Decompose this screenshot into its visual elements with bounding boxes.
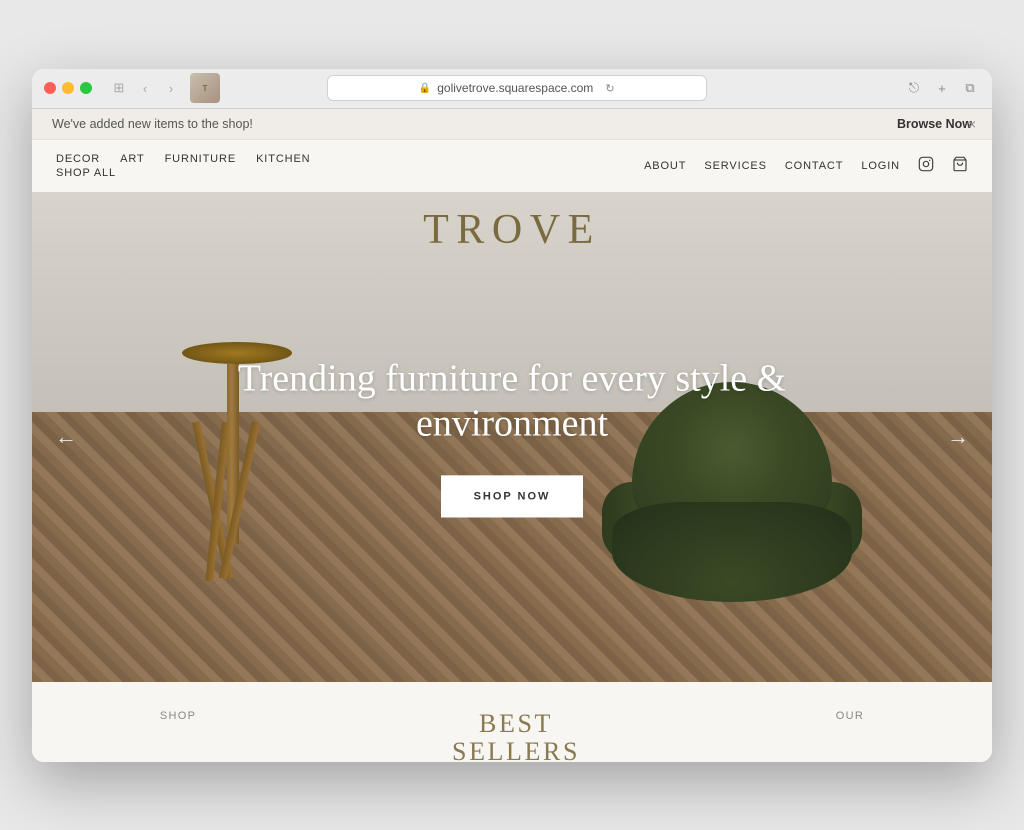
close-traffic-light[interactable]: [44, 82, 56, 94]
share-icon[interactable]: ⎋: [904, 78, 924, 98]
lock-icon: 🔒: [419, 83, 431, 94]
title-bar-actions: ⎋ + ⧉: [904, 78, 980, 98]
nav-item-services[interactable]: SERVICES: [704, 160, 766, 172]
title-bar: ⊞ ‹ › T 🔒 golivetrove.squarespace.com ↻ …: [32, 69, 992, 109]
nav-item-shop-all[interactable]: SHOP ALL: [56, 167, 116, 179]
address-bar[interactable]: 🔒 golivetrove.squarespace.com ↻: [327, 75, 707, 101]
carousel-prev-button[interactable]: ←: [48, 419, 84, 455]
nav-buttons: ⊞ ‹ ›: [108, 77, 182, 99]
nav-left: DECOR ART FURNITURE KITCHEN SHOP ALL: [56, 153, 311, 179]
cart-icon[interactable]: [952, 156, 968, 176]
nav-item-kitchen[interactable]: KITCHEN: [256, 153, 310, 165]
fullscreen-traffic-light[interactable]: [80, 82, 92, 94]
carousel-next-button[interactable]: →: [940, 419, 976, 455]
browser-window: ⊞ ‹ › T 🔒 golivetrove.squarespace.com ↻ …: [32, 69, 992, 762]
bottom-col-our: OUR: [836, 710, 864, 722]
bottom-title-best: BEST: [452, 710, 580, 739]
duplicate-icon[interactable]: ⧉: [960, 78, 980, 98]
announcement-text: We've added new items to the shop!: [52, 117, 253, 131]
nav-row-2: SHOP ALL: [56, 167, 311, 179]
site-logo[interactable]: TROVE: [423, 206, 601, 254]
bottom-label-our: OUR: [836, 710, 864, 722]
nav-item-decor[interactable]: DECOR: [56, 153, 100, 165]
instagram-icon[interactable]: [918, 156, 934, 176]
bottom-section: SHOP BEST SELLERS OUR: [32, 682, 992, 762]
refresh-icon[interactable]: ↻: [605, 82, 614, 95]
announcement-close-button[interactable]: ×: [968, 116, 976, 132]
sidebar-toggle-icon[interactable]: ⊞: [108, 77, 130, 99]
hero-headline: Trending furniture for every style & env…: [212, 356, 812, 447]
back-button[interactable]: ‹: [134, 77, 156, 99]
tab-thumbnail: T: [190, 73, 220, 103]
bottom-col-best-sellers: BEST SELLERS: [452, 710, 580, 762]
website-content: We've added new items to the shop! Brows…: [32, 109, 992, 762]
url-text: golivetrove.squarespace.com: [437, 81, 593, 95]
bottom-col-shop: SHOP: [160, 710, 196, 722]
nav-item-login[interactable]: LOGIN: [861, 160, 900, 172]
nav-right: ABOUT SERVICES CONTACT LOGIN: [644, 156, 968, 176]
new-tab-icon[interactable]: +: [932, 78, 952, 98]
nav-item-art[interactable]: ART: [120, 153, 144, 165]
minimize-traffic-light[interactable]: [62, 82, 74, 94]
nav-item-about[interactable]: ABOUT: [644, 160, 686, 172]
bottom-label-shop: SHOP: [160, 710, 196, 722]
nav-item-contact[interactable]: CONTACT: [785, 160, 844, 172]
nav-item-furniture[interactable]: FURNITURE: [165, 153, 236, 165]
nav-row-1: DECOR ART FURNITURE KITCHEN: [56, 153, 311, 165]
hero-text-block: Trending furniture for every style & env…: [212, 356, 812, 517]
shop-now-button[interactable]: SHOP NOW: [441, 475, 584, 517]
browse-now-link[interactable]: Browse Now: [897, 117, 972, 131]
main-navigation: DECOR ART FURNITURE KITCHEN SHOP ALL ABO…: [32, 140, 992, 192]
bottom-title-sellers: SELLERS: [452, 738, 580, 761]
forward-button[interactable]: ›: [160, 77, 182, 99]
hero-section: TROVE Trending furniture for every style…: [32, 192, 992, 682]
announcement-bar: We've added new items to the shop! Brows…: [32, 109, 992, 140]
traffic-lights: [44, 82, 92, 94]
